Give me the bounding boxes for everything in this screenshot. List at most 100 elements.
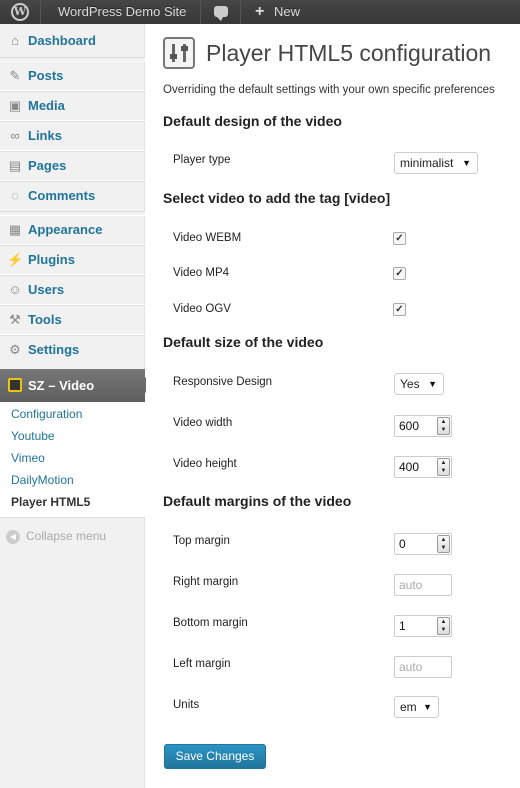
sidebar-item-dashboard[interactable]: ⌂ Dashboard (0, 26, 145, 56)
admin-bar: W WordPress Demo Site + New (0, 0, 520, 24)
comment-icon: ◌ (11, 188, 19, 203)
chevron-down-icon: ▼ (428, 379, 437, 389)
left-margin-placeholder: auto (399, 660, 423, 674)
collapse-menu-label: Collapse menu (26, 529, 107, 543)
right-margin-input[interactable]: auto (394, 574, 452, 596)
admin-sidebar: ⌂ Dashboard ✎ Posts ▣ Media ∞ Links ▤ Pa… (0, 24, 153, 788)
video-height-label: Video height (173, 458, 237, 470)
units-value: em (400, 700, 417, 714)
sidebar-item-appearance[interactable]: ▦ Appearance (0, 215, 145, 245)
sidebar-item-sz-video[interactable]: SZ – Video (0, 369, 153, 402)
submenu-item-player-html5[interactable]: Player HTML5 (11, 491, 90, 513)
units-label: Units (173, 699, 200, 711)
top-margin-input[interactable]: 0 ▲ ▼ (394, 533, 452, 555)
main-content: Player HTML5 configuration Overriding th… (146, 24, 520, 788)
chevron-down-icon: ▼ (462, 158, 471, 168)
divider (200, 0, 201, 24)
left-margin-label: Left margin (173, 658, 231, 670)
submenu-item-vimeo[interactable]: Vimeo (11, 447, 45, 469)
player-type-select[interactable]: minimalist ▼ (394, 152, 478, 174)
sidebar-item-posts[interactable]: ✎ Posts (0, 61, 145, 91)
units-select[interactable]: em ▼ (394, 696, 439, 718)
sidebar-item-comments[interactable]: ◌ Comments (0, 181, 145, 211)
spinner-arrows-icon[interactable]: ▲ ▼ (437, 535, 450, 553)
video-width-label: Video width (173, 417, 233, 429)
save-changes-button[interactable]: Save Changes (164, 744, 266, 769)
settings-icon: ⚙ (9, 342, 21, 357)
sidebar-item-label: Appearance (28, 222, 103, 237)
sidebar-item-pages[interactable]: ▤ Pages (0, 151, 145, 181)
divider (240, 0, 241, 24)
sidebar-item-plugins[interactable]: ⚡ Plugins (0, 245, 145, 275)
sidebar-item-links[interactable]: ∞ Links (0, 121, 145, 151)
collapse-menu-button[interactable]: ◀ Collapse menu (6, 528, 106, 544)
pages-icon: ▤ (8, 158, 22, 173)
sidebar-item-tools[interactable]: ⚒ Tools (0, 305, 145, 335)
video-webm-label: Video WEBM (173, 232, 242, 244)
sidebar-item-label: Posts (28, 68, 64, 83)
top-margin-value: 0 (399, 537, 406, 551)
divider (40, 0, 41, 24)
appearance-icon: ▦ (8, 222, 22, 237)
video-plugin-icon (8, 378, 22, 392)
new-content-link[interactable]: New (274, 0, 300, 24)
video-width-input[interactable]: 600 ▲ ▼ (394, 415, 452, 437)
collapse-arrow-icon: ◀ (6, 529, 20, 544)
wordpress-logo-icon[interactable]: W (11, 3, 29, 21)
sidebar-item-label: SZ – Video (28, 378, 95, 393)
player-type-label: Player type (173, 154, 231, 166)
sidebar-item-label: Comments (28, 188, 96, 203)
spinner-arrows-icon[interactable]: ▲ ▼ (437, 617, 450, 635)
pin-icon: ✎ (9, 68, 21, 83)
right-margin-placeholder: auto (399, 578, 423, 592)
left-margin-input[interactable]: auto (394, 656, 452, 678)
spinner-arrows-icon[interactable]: ▲ ▼ (437, 458, 450, 476)
sidebar-item-label: Plugins (28, 252, 75, 267)
video-height-input[interactable]: 400 ▲ ▼ (394, 456, 452, 478)
tools-icon: ⚒ (9, 312, 21, 327)
submenu-item-dailymotion[interactable]: DailyMotion (11, 469, 74, 491)
bottom-margin-value: 1 (399, 619, 406, 633)
sidebar-item-label: Users (28, 282, 65, 297)
sidebar-item-label: Dashboard (28, 33, 96, 48)
plug-icon: ⚡ (7, 252, 24, 267)
sidebar-item-label: Pages (28, 158, 67, 173)
sidebar-item-label: Settings (28, 342, 80, 357)
sidebar-item-users[interactable]: ☺ Users (0, 275, 145, 305)
section-title-size: Default size of the video (163, 334, 324, 350)
submenu-item-youtube[interactable]: Youtube (11, 425, 55, 447)
video-mp4-checkbox[interactable]: ✓ (393, 267, 406, 280)
page-title: Player HTML5 configuration (206, 40, 492, 66)
video-mp4-label: Video MP4 (173, 267, 230, 279)
site-name-link[interactable]: WordPress Demo Site (58, 0, 186, 24)
section-title-design: Default design of the video (163, 113, 342, 129)
users-icon: ☺ (8, 282, 22, 297)
home-icon: ⌂ (11, 33, 19, 48)
sidebar-item-label: Tools (28, 312, 62, 327)
submenu: Configuration Youtube Vimeo DailyMotion … (0, 402, 145, 518)
video-webm-checkbox[interactable]: ✓ (393, 232, 406, 245)
sidebar-item-media[interactable]: ▣ Media (0, 91, 145, 121)
video-width-value: 600 (399, 419, 420, 433)
spinner-arrows-icon[interactable]: ▲ ▼ (437, 417, 450, 435)
top-margin-label: Top margin (173, 535, 230, 547)
responsive-design-select[interactable]: Yes ▼ (394, 373, 444, 395)
submenu-item-configuration[interactable]: Configuration (11, 403, 82, 425)
video-ogv-label: Video OGV (173, 303, 231, 315)
right-margin-label: Right margin (173, 576, 239, 588)
responsive-design-value: Yes (400, 377, 420, 391)
plus-icon[interactable]: + (255, 0, 264, 24)
comment-bubble-icon[interactable] (214, 6, 228, 21)
bottom-margin-label: Bottom margin (173, 617, 248, 629)
video-ogv-checkbox[interactable]: ✓ (393, 303, 406, 316)
settings-sliders-icon (163, 37, 195, 69)
camera-icon: ▣ (8, 98, 22, 113)
responsive-design-label: Responsive Design (173, 376, 273, 388)
page-description: Overriding the default settings with you… (163, 84, 495, 96)
sidebar-item-label: Links (28, 128, 62, 143)
sidebar-item-label: Media (28, 98, 65, 113)
sidebar-item-settings[interactable]: ⚙ Settings (0, 335, 145, 365)
video-height-value: 400 (399, 460, 420, 474)
bottom-margin-input[interactable]: 1 ▲ ▼ (394, 615, 452, 637)
link-icon: ∞ (10, 128, 20, 143)
